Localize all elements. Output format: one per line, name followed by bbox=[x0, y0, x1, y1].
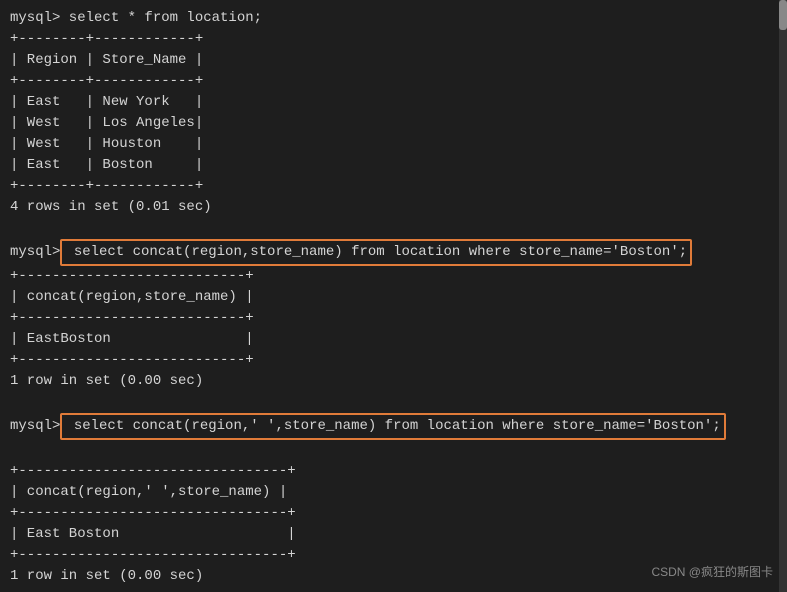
sep-q2-1: +--------------------------------+ bbox=[10, 461, 777, 482]
sep-q1-1: +---------------------------+ bbox=[10, 266, 777, 287]
terminal: mysql> select * from location; +--------… bbox=[0, 0, 787, 592]
data-q2: | East Boston | bbox=[10, 524, 777, 545]
line-5: | East | New York | bbox=[10, 92, 777, 113]
blank-2 bbox=[10, 392, 777, 413]
scrollbar-thumb[interactable] bbox=[779, 0, 787, 30]
info-q1: 1 row in set (0.00 sec) bbox=[10, 371, 777, 392]
boxed-query-2: select concat(region,' ',store_name) fro… bbox=[60, 413, 725, 440]
line-8: | East | Boston | bbox=[10, 155, 777, 176]
data-q1: | EastBoston | bbox=[10, 329, 777, 350]
line-4: +--------+------------+ bbox=[10, 71, 777, 92]
query-line-1: mysql> select concat(region,store_name) … bbox=[10, 239, 777, 266]
prompt-2: mysql> bbox=[10, 418, 60, 434]
line-1: mysql> select * from location; bbox=[10, 8, 777, 29]
sep-q2-2: +--------------------------------+ bbox=[10, 503, 777, 524]
query-line-2: mysql> select concat(region,' ',store_na… bbox=[10, 413, 777, 440]
scrollbar[interactable] bbox=[779, 0, 787, 592]
blank-3 bbox=[10, 440, 777, 461]
blank-1 bbox=[10, 218, 777, 239]
blank-4 bbox=[10, 587, 777, 592]
boxed-query-1: select concat(region,store_name) from lo… bbox=[60, 239, 692, 266]
header-q2: | concat(region,' ',store_name) | bbox=[10, 482, 777, 503]
line-10: 4 rows in set (0.01 sec) bbox=[10, 197, 777, 218]
line-2: +--------+------------+ bbox=[10, 29, 777, 50]
line-3: | Region | Store_Name | bbox=[10, 50, 777, 71]
line-7: | West | Houston | bbox=[10, 134, 777, 155]
watermark: CSDN @疯狂的斯图卡 bbox=[651, 563, 773, 580]
prompt-1: mysql> bbox=[10, 244, 60, 260]
sep-q1-2: +---------------------------+ bbox=[10, 308, 777, 329]
line-9: +--------+------------+ bbox=[10, 176, 777, 197]
prompt-text: mysql> select * from location; bbox=[10, 10, 262, 26]
sep-q1-3: +---------------------------+ bbox=[10, 350, 777, 371]
line-6: | West | Los Angeles| bbox=[10, 113, 777, 134]
header-q1: | concat(region,store_name) | bbox=[10, 287, 777, 308]
